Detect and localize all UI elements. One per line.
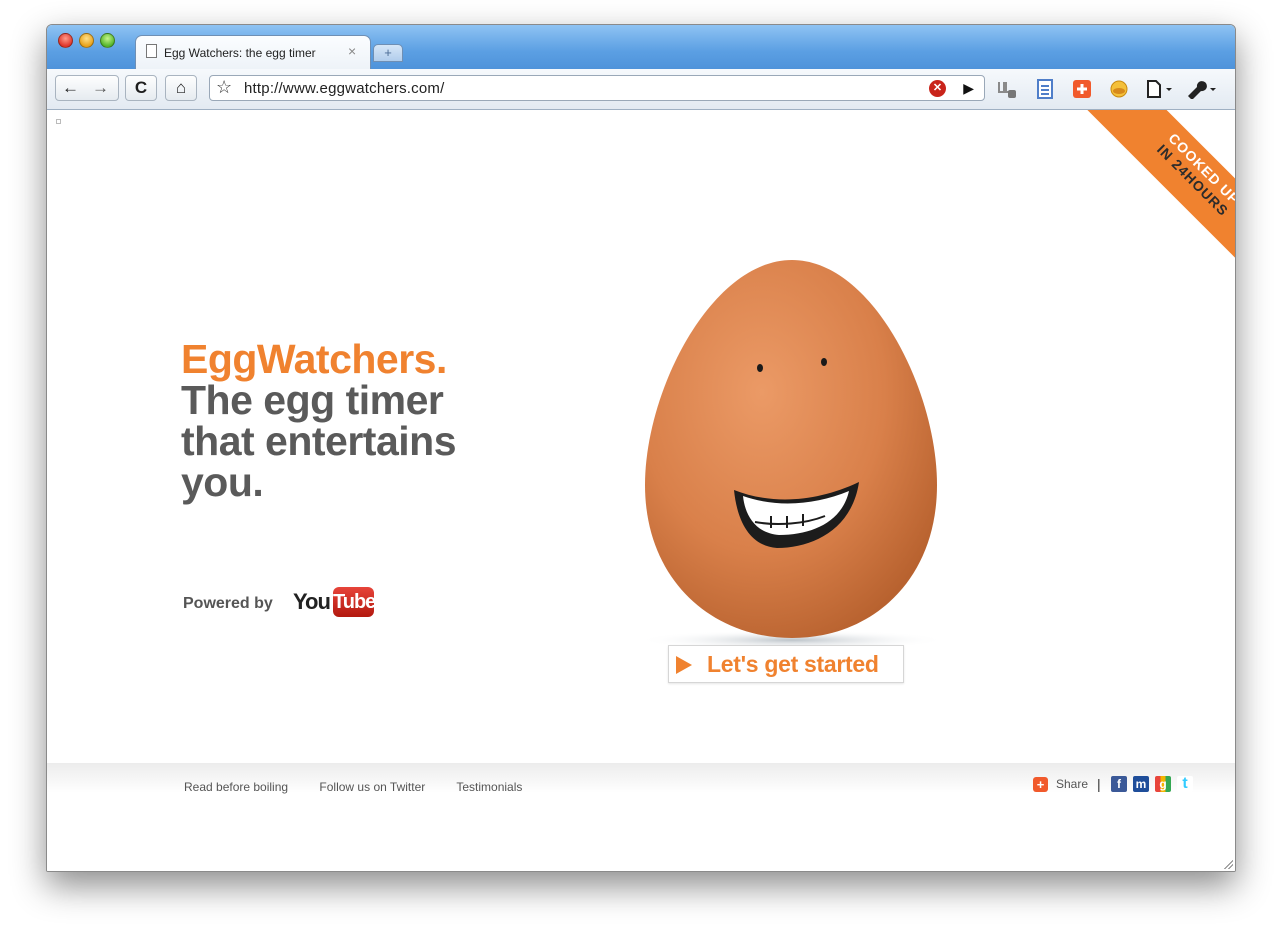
share-label[interactable]: Share <box>1056 777 1088 791</box>
tab-title: Egg Watchers: the egg timer <box>164 46 316 60</box>
youtube-logo-tube: Tube <box>333 587 376 617</box>
myspace-icon[interactable]: m <box>1133 776 1149 792</box>
bookmark-star-icon[interactable]: ☆ <box>216 77 232 98</box>
resize-grip-icon[interactable] <box>1223 859 1233 869</box>
footer-links: Read before boiling Follow us on Twitter… <box>184 780 550 794</box>
footer-link-testimonials[interactable]: Testimonials <box>456 780 522 794</box>
orb-extension-icon[interactable] <box>1109 79 1129 99</box>
blocker-extension-icon[interactable]: ✕ <box>929 80 946 97</box>
url-text[interactable]: http://www.eggwatchers.com/ <box>244 80 444 97</box>
browser-toolbar: ← → C ⌂ ☆ http://www.eggwatchers.com/ ✕ … <box>47 69 1235 110</box>
powered-by-label: Powered by <box>183 595 273 612</box>
home-button[interactable]: ⌂ <box>165 75 197 101</box>
web-developer-extension-icon[interactable] <box>997 79 1017 99</box>
cta-label: Let's get started <box>707 651 879 677</box>
broken-image-placeholder <box>56 119 61 124</box>
minimize-window-button[interactable] <box>79 33 94 48</box>
address-bar[interactable]: ☆ http://www.eggwatchers.com/ ✕ ▶ <box>209 75 985 101</box>
google-icon[interactable]: g <box>1155 776 1171 792</box>
play-extension-icon[interactable]: ▶ <box>963 80 974 97</box>
play-arrow-icon <box>676 656 692 674</box>
corner-ribbon: COOKED UP IN 24HOURS <box>1075 110 1235 270</box>
reload-button[interactable]: C <box>125 75 157 101</box>
tagline: The egg timer that entertains you. <box>181 377 457 505</box>
footer-link-read-before-boiling[interactable]: Read before boiling <box>184 780 288 794</box>
hero-headline: EggWatchers. The egg timer that entertai… <box>181 339 521 503</box>
page-menu-icon[interactable] <box>1145 79 1175 99</box>
ribbon-banner: COOKED UP IN 24HOURS <box>1083 110 1235 270</box>
forward-button[interactable]: → <box>92 76 109 100</box>
new-tab-button[interactable]: + <box>373 44 403 62</box>
lets-get-started-button[interactable]: Let's get started <box>668 645 904 683</box>
share-plus-icon[interactable]: + <box>1033 777 1048 792</box>
browser-window: Egg Watchers: the egg timer × + ← → C ⌂ … <box>46 24 1236 872</box>
page-footer: Read before boiling Follow us on Twitter… <box>47 763 1235 871</box>
ribbon-line1: COOKED UP <box>1165 129 1235 208</box>
share-separator: | <box>1097 776 1101 792</box>
page-icon <box>146 44 157 58</box>
brand-name: EggWatchers. <box>181 336 447 382</box>
close-window-button[interactable] <box>58 33 73 48</box>
tab-eggwatchers[interactable]: Egg Watchers: the egg timer × <box>135 35 371 69</box>
notes-extension-icon[interactable] <box>1035 79 1055 99</box>
addthis-extension-icon[interactable] <box>1072 79 1092 99</box>
wrench-menu-icon[interactable] <box>1185 79 1219 99</box>
youtube-logo-you: You <box>293 589 331 614</box>
facebook-icon[interactable]: f <box>1111 776 1127 792</box>
footer-link-follow-twitter[interactable]: Follow us on Twitter <box>319 780 425 794</box>
tab-close-icon[interactable]: × <box>348 43 356 59</box>
zoom-window-button[interactable] <box>100 33 115 48</box>
smiling-egg-image <box>637 260 947 650</box>
page-content: COOKED UP IN 24HOURS EggWatchers. The eg… <box>47 110 1235 871</box>
title-bar: Egg Watchers: the egg timer × + <box>47 25 1235 69</box>
twitter-icon[interactable]: t <box>1177 776 1193 792</box>
back-button[interactable]: ← <box>62 76 79 100</box>
back-forward-group: ← → <box>55 75 119 101</box>
